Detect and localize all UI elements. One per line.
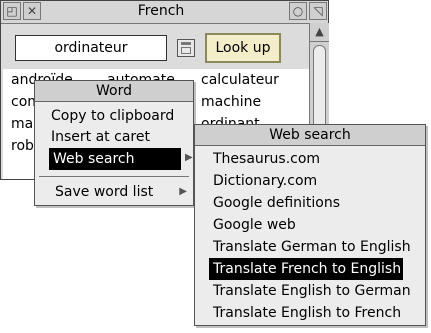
back-icon[interactable]: ◰ (3, 2, 21, 20)
menu-item-translate-french-english[interactable]: Translate French to English (209, 258, 403, 280)
iconise-icon[interactable]: ○ (289, 2, 307, 20)
toggle-size-icon[interactable]: ◹ (309, 2, 327, 20)
close-icon[interactable]: ✕ (23, 2, 41, 20)
menu-item-label: Thesaurus.com (213, 151, 321, 167)
menu-item-label: Insert at caret (51, 129, 150, 145)
menu-item-dictionary[interactable]: Dictionary.com (195, 170, 425, 192)
menu-item-translate-english-german[interactable]: Translate English to German (195, 280, 425, 302)
web-search-menu: Web search Thesaurus.com Dictionary.com … (194, 124, 426, 326)
menu-item-label: Translate German to English (213, 239, 411, 255)
menu-item-copy-to-clipboard[interactable]: Copy to clipboard (35, 105, 193, 127)
scroll-up-icon[interactable]: ▲ (310, 23, 329, 42)
menu-item-save-word-list[interactable]: Save word list ▶ (35, 181, 193, 203)
web-search-menu-title: Web search (195, 125, 425, 146)
submenu-arrow-icon: ▶ (179, 186, 187, 197)
look-up-button[interactable]: Look up (205, 33, 281, 63)
result-item[interactable]: machine (201, 91, 279, 113)
copy-icon[interactable] (177, 39, 195, 57)
menu-item-label: Translate English to French (213, 305, 402, 321)
word-input[interactable]: ordinateur (15, 35, 167, 61)
word-menu-title: Word (35, 81, 193, 102)
menu-item-label: Dictionary.com (213, 173, 318, 189)
menu-item-label: Web search (53, 151, 135, 167)
title-bar[interactable]: ◰ ✕ French ○ ◹ (1, 1, 328, 24)
menu-item-label: Google definitions (213, 195, 341, 211)
menu-item-translate-german-english[interactable]: Translate German to English (195, 236, 425, 258)
menu-item-google-web[interactable]: Google web (195, 214, 425, 236)
submenu-arrow-icon: ▶ (185, 152, 193, 163)
window-title: French (137, 3, 185, 19)
menu-item-google-definitions[interactable]: Google definitions (195, 192, 425, 214)
menu-item-insert-at-caret[interactable]: Insert at caret (35, 126, 193, 148)
result-item[interactable]: calculateur (201, 69, 279, 91)
menu-item-web-search[interactable]: Web search (49, 148, 181, 170)
menu-item-label: Translate English to German (213, 283, 411, 299)
menu-item-translate-english-french[interactable]: Translate English to French (195, 302, 425, 324)
menu-item-label: Translate French to English (213, 261, 402, 277)
menu-item-thesaurus[interactable]: Thesaurus.com (195, 148, 425, 170)
menu-item-label: Save word list (55, 184, 154, 200)
menu-separator (39, 176, 189, 177)
scroll-thumb[interactable] (313, 45, 326, 135)
menu-item-label: Google web (213, 217, 296, 233)
menu-item-label: Copy to clipboard (51, 108, 175, 124)
word-menu: Word Copy to clipboard Insert at caret W… (34, 80, 194, 206)
